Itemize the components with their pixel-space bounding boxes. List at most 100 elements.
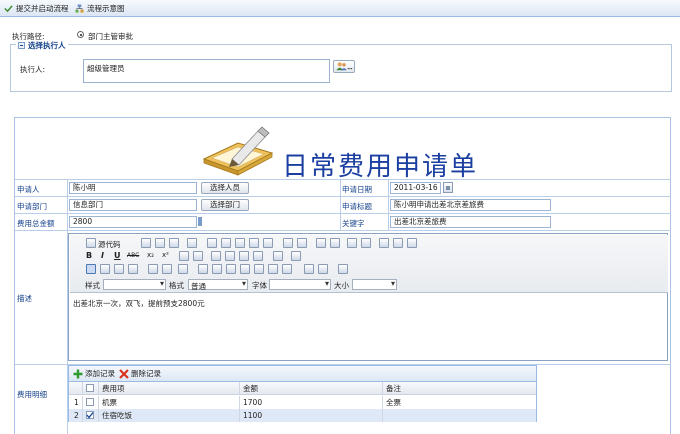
text-color-icon[interactable] xyxy=(273,251,283,261)
bullet-list-icon[interactable] xyxy=(193,251,203,261)
about-icon[interactable] xyxy=(338,264,348,274)
templates-icon[interactable] xyxy=(187,238,197,248)
style-label: 样式 xyxy=(85,281,100,290)
align-center-icon[interactable] xyxy=(100,264,110,274)
underline-icon[interactable]: U xyxy=(114,251,121,260)
spellcheck-icon[interactable] xyxy=(297,238,307,248)
source-label[interactable]: 源代码 xyxy=(98,239,121,250)
select-person-button[interactable]: 选择人员 xyxy=(201,182,249,194)
copy-icon[interactable] xyxy=(221,238,231,248)
align-left-icon[interactable] xyxy=(86,264,96,274)
select-all-icon[interactable] xyxy=(379,238,389,248)
flowchart-icon xyxy=(75,4,84,13)
align-right-icon[interactable] xyxy=(114,264,124,274)
style-select[interactable] xyxy=(103,279,166,290)
superscript-icon[interactable]: x² xyxy=(162,251,169,259)
unlink-icon[interactable] xyxy=(162,264,172,274)
expense-detail-grid: 添加记录 删除记录 费用项 金额 备注 1 机票 1700 全票 2 住宿吃饭 … xyxy=(68,365,537,422)
number-spinner-icon xyxy=(198,217,202,226)
delete-record-label: 删除记录 xyxy=(131,369,161,378)
column-header-item[interactable]: 费用项 xyxy=(102,382,125,395)
submit-start-label: 提交并启动流程 xyxy=(16,4,69,13)
special-char-icon[interactable] xyxy=(268,264,278,274)
keyword-input[interactable]: 出差北京差旅费 xyxy=(390,216,551,228)
font-label: 字体 xyxy=(252,281,267,290)
subscript-icon[interactable]: x₂ xyxy=(147,251,154,259)
numbered-list-icon[interactable] xyxy=(179,251,189,261)
new-page-icon[interactable] xyxy=(155,238,165,248)
strike-icon[interactable]: ABC xyxy=(127,252,139,259)
paste-icon[interactable] xyxy=(235,238,245,248)
bg-color-icon[interactable] xyxy=(291,251,301,261)
size-select[interactable] xyxy=(352,279,397,290)
amount-cell[interactable]: 1100 xyxy=(243,409,262,422)
editor-content[interactable]: 出差北京一次，双飞，提前预支2800元 xyxy=(73,298,205,309)
align-justify-icon[interactable] xyxy=(128,264,138,274)
anchor-icon[interactable] xyxy=(178,264,188,274)
row-number: 2 xyxy=(74,411,79,420)
image-icon[interactable] xyxy=(198,264,208,274)
cut-icon[interactable] xyxy=(207,238,217,248)
apply-title-input[interactable]: 陈小明申请出差北京差旅费 xyxy=(390,199,551,211)
row-checkbox[interactable] xyxy=(86,398,94,406)
link-icon[interactable] xyxy=(148,264,158,274)
total-amount-input[interactable]: 2800 xyxy=(69,216,197,228)
row-checkbox-checked[interactable] xyxy=(86,411,94,419)
source-icon[interactable] xyxy=(86,238,96,248)
font-select[interactable] xyxy=(269,279,331,290)
format-label: 格式 xyxy=(169,281,184,290)
italic-icon[interactable]: I xyxy=(101,251,104,260)
executor-legend[interactable]: 选择执行人 xyxy=(16,41,68,51)
blockquote-icon[interactable] xyxy=(239,251,249,261)
indent-icon[interactable] xyxy=(225,251,235,261)
keyword-label: 关键字 xyxy=(342,219,365,228)
redo-icon[interactable] xyxy=(330,238,340,248)
apply-date-input[interactable]: 2011-03-16 xyxy=(390,182,441,194)
applicant-label: 申请人 xyxy=(17,185,40,194)
replace-icon[interactable] xyxy=(361,238,371,248)
flash-icon[interactable] xyxy=(212,264,222,274)
find-icon[interactable] xyxy=(347,238,357,248)
column-header-amount[interactable]: 金额 xyxy=(243,382,258,395)
maximize-icon[interactable] xyxy=(304,264,314,274)
department-input[interactable]: 信息部门 xyxy=(69,199,197,211)
item-cell[interactable]: 机票 xyxy=(102,396,117,409)
calendar-icon[interactable] xyxy=(443,182,453,193)
form-title: 日常费用申请单 xyxy=(282,152,479,182)
item-cell[interactable]: 住宿吃饭 xyxy=(102,409,132,422)
note-cell[interactable]: 全票 xyxy=(386,396,401,409)
flowchart-label: 流程示意图 xyxy=(87,4,125,13)
select-user-button[interactable] xyxy=(333,60,355,73)
undo-icon[interactable] xyxy=(316,238,326,248)
outdent-icon[interactable] xyxy=(211,251,221,261)
grid-toolbar: 添加记录 删除记录 xyxy=(69,366,536,382)
route-option-label: 部门主管审批 xyxy=(88,32,133,41)
save-icon[interactable] xyxy=(141,238,151,248)
table-icon[interactable] xyxy=(226,264,236,274)
select-department-button[interactable]: 选择部门 xyxy=(201,199,249,211)
amount-cell[interactable]: 1700 xyxy=(243,396,262,409)
smiley-icon[interactable] xyxy=(254,264,264,274)
remove-format-icon[interactable] xyxy=(393,238,403,248)
column-header-note[interactable]: 备注 xyxy=(386,382,401,395)
applicant-input[interactable]: 陈小明 xyxy=(69,182,197,194)
format-select[interactable]: 普通 xyxy=(188,279,248,291)
apply-title-label: 申请标题 xyxy=(342,202,372,211)
route-radio[interactable] xyxy=(77,31,84,38)
table-row[interactable]: 2 住宿吃饭 1100 xyxy=(69,409,536,422)
executor-field[interactable]: 超级管理员 xyxy=(83,59,330,83)
paste-text-icon[interactable] xyxy=(249,238,259,248)
form-icon[interactable] xyxy=(407,238,417,248)
horizontal-rule-icon[interactable] xyxy=(240,264,250,274)
div-icon[interactable] xyxy=(253,251,263,261)
bold-icon[interactable]: B xyxy=(86,251,92,260)
paste-word-icon[interactable] xyxy=(263,238,273,248)
show-blocks-icon[interactable] xyxy=(318,264,328,274)
details-label: 费用明细 xyxy=(17,390,47,399)
page-break-icon[interactable] xyxy=(282,264,292,274)
print-icon[interactable] xyxy=(283,238,293,248)
collapse-toggle-icon[interactable] xyxy=(18,42,25,49)
preview-icon[interactable] xyxy=(169,238,179,248)
table-row[interactable]: 1 机票 1700 全票 xyxy=(69,396,536,409)
select-all-checkbox[interactable] xyxy=(86,384,94,392)
